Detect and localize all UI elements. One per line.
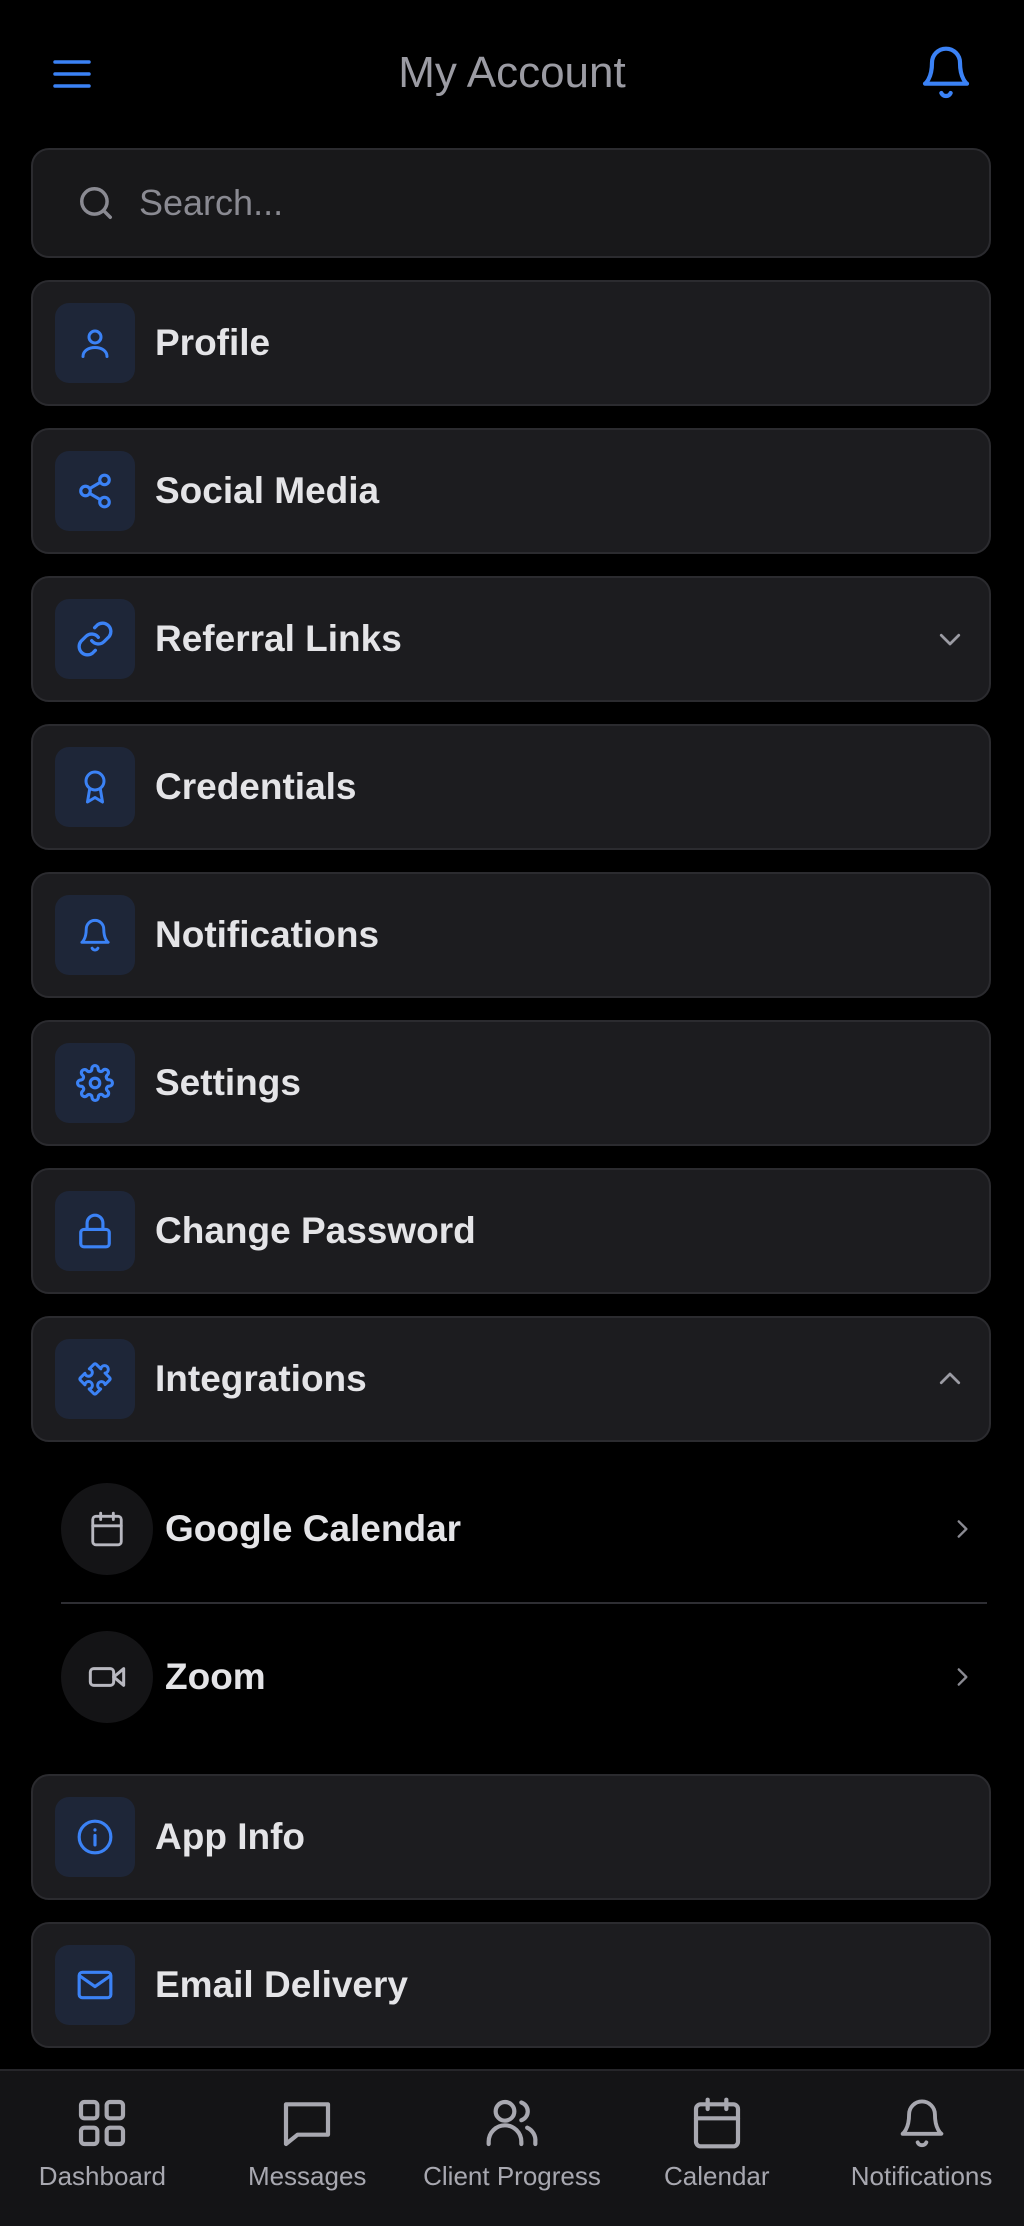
- tab-label: Calendar: [664, 2161, 770, 2191]
- gear-icon: [76, 1064, 114, 1102]
- menu-item-label: Notifications: [155, 914, 380, 955]
- lock-icon: [79, 1213, 111, 1249]
- bottom-tab-bar: Dashboard Messages Client Progress Calen…: [0, 2069, 1024, 2226]
- menu-item-profile[interactable]: Profile: [31, 280, 991, 406]
- tab-client-progress[interactable]: Client Progress: [410, 2071, 615, 2192]
- icon-tile: [55, 1797, 135, 1877]
- menu-item-label: App Info: [155, 1816, 306, 1857]
- menu-item-credentials[interactable]: Credentials: [31, 724, 991, 850]
- message-icon: [284, 2102, 331, 2147]
- icon-tile: [55, 1043, 135, 1123]
- bell-icon: [80, 918, 110, 952]
- icon-tile: [55, 1339, 135, 1419]
- icon-tile: [55, 1191, 135, 1271]
- chevron-right-icon: [949, 1664, 975, 1690]
- user-icon: [81, 329, 109, 358]
- notifications-button[interactable]: [918, 40, 974, 104]
- menu-item-label: Change Password: [155, 1210, 476, 1251]
- icon-tile: [55, 747, 135, 827]
- calendar-icon: [693, 2097, 740, 2149]
- menu-item-label: Referral Links: [155, 618, 402, 659]
- menu-item-notifications[interactable]: Notifications: [31, 872, 991, 998]
- search-icon: [80, 187, 112, 219]
- menu-item-label: Credentials: [155, 766, 357, 807]
- menu-item-app-info[interactable]: App Info: [31, 1774, 991, 1900]
- menu-item-change-password[interactable]: Change Password: [31, 1168, 991, 1294]
- info-icon: [77, 1819, 113, 1855]
- account-menu: Profile Social Media Referral Links Cred…: [31, 280, 991, 2218]
- integrations-submenu: Google Calendar Zoom: [31, 1456, 991, 1750]
- menu-item-email-delivery[interactable]: Email Delivery: [31, 1922, 991, 2048]
- page-title: My Account: [398, 48, 626, 97]
- tab-label: Messages: [247, 2161, 367, 2191]
- icon-tile: [55, 599, 135, 679]
- bell-icon: [900, 2099, 943, 2148]
- search-input[interactable]: [137, 181, 941, 225]
- search-bar[interactable]: [31, 148, 991, 258]
- submenu-item-google-calendar[interactable]: Google Calendar: [61, 1456, 987, 1602]
- menu-item-label: Social Media: [155, 470, 380, 511]
- icon-tile: [55, 895, 135, 975]
- tab-messages[interactable]: Messages: [205, 2071, 410, 2192]
- menu-item-label: Email Delivery: [155, 1964, 408, 2005]
- menu-item-social-media[interactable]: Social Media: [31, 428, 991, 554]
- menu-item-referral-links[interactable]: Referral Links: [31, 576, 991, 702]
- share-icon: [79, 473, 111, 509]
- calendar-icon: [91, 1511, 123, 1547]
- dashboard-icon: [79, 2099, 126, 2147]
- icon-tile: [55, 303, 135, 383]
- icon-circle: [61, 1483, 153, 1575]
- submenu-item-zoom[interactable]: Zoom: [61, 1604, 987, 1750]
- icon-circle: [61, 1631, 153, 1723]
- menu-item-label: Settings: [155, 1062, 301, 1103]
- mail-icon: [77, 1970, 113, 2000]
- menu-item-label: Integrations: [155, 1358, 367, 1399]
- puzzle-icon: [78, 1362, 112, 1396]
- app-header: My Account: [0, 0, 1024, 150]
- bell-icon: [922, 46, 970, 99]
- tab-calendar[interactable]: Calendar: [614, 2071, 819, 2192]
- icon-tile: [55, 451, 135, 531]
- tab-label: Client Progress: [423, 2161, 601, 2191]
- users-icon: [486, 2099, 538, 2147]
- tab-label: Notifications: [850, 2161, 993, 2191]
- menu-item-label: Profile: [155, 322, 271, 363]
- tab-dashboard[interactable]: Dashboard: [0, 2071, 205, 2192]
- tab-notifications[interactable]: Notifications: [819, 2071, 1024, 2192]
- chevron-up-icon[interactable]: [935, 1364, 965, 1394]
- menu-item-settings[interactable]: Settings: [31, 1020, 991, 1146]
- icon-tile: [55, 1945, 135, 2025]
- tab-label: Dashboard: [38, 2161, 166, 2191]
- submenu-item-label: Google Calendar: [165, 1508, 462, 1549]
- chevron-right-icon: [949, 1516, 975, 1542]
- submenu-item-label: Zoom: [165, 1656, 266, 1697]
- link-icon: [77, 621, 113, 657]
- chevron-down-icon[interactable]: [935, 624, 965, 654]
- menu-item-integrations[interactable]: Integrations: [31, 1316, 991, 1442]
- award-icon: [84, 770, 106, 804]
- video-icon: [88, 1667, 126, 1687]
